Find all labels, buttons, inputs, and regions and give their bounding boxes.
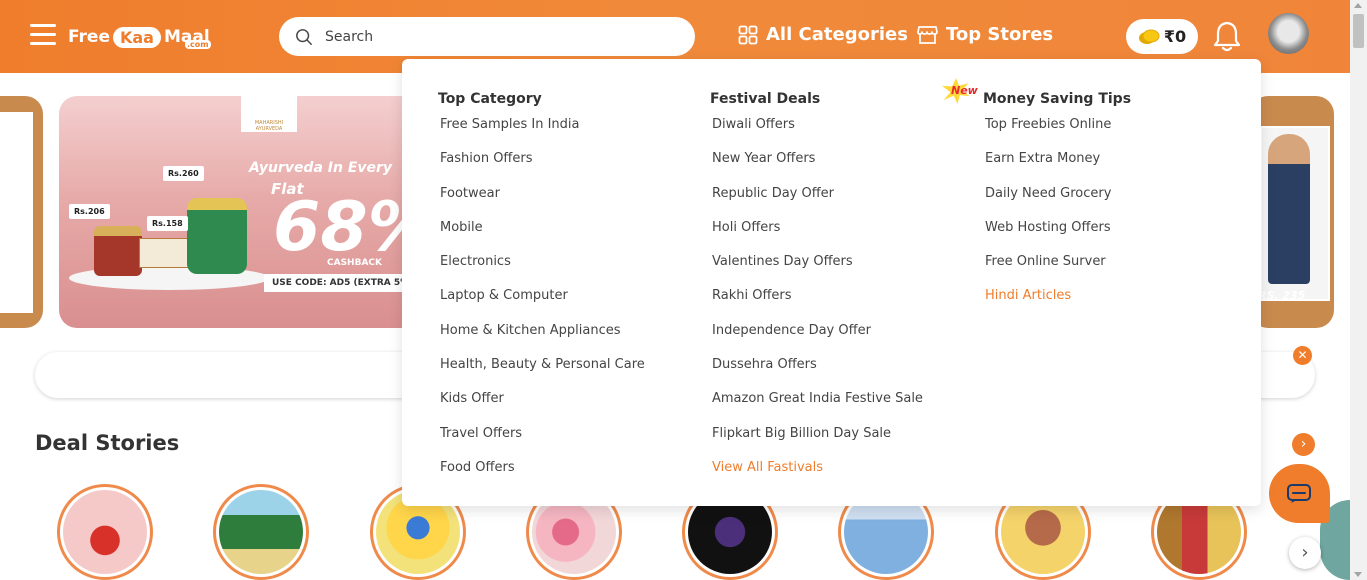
menu-item[interactable]: Footwear (438, 185, 645, 219)
menu-item[interactable]: Home & Kitchen Appliances (438, 322, 645, 356)
menu-item[interactable]: Travel Offers (438, 425, 645, 459)
story-image (63, 490, 147, 574)
search-icon (296, 28, 312, 45)
close-icon[interactable]: ✕ (1293, 346, 1312, 365)
column-heading: Festival Deals (710, 91, 821, 107)
hamburger-menu-icon[interactable] (30, 24, 56, 46)
menu-item[interactable]: Valentines Day Offers (710, 253, 923, 287)
grid-icon (738, 25, 758, 44)
store-icon (917, 25, 938, 44)
banner-prev-price: 35 (0, 285, 16, 298)
logo-text-kaa: Kaa (112, 26, 161, 48)
menu-item[interactable]: Mobile (438, 219, 645, 253)
scroll-thumb[interactable] (1353, 14, 1364, 48)
menu-item[interactable]: Health, Beauty & Personal Care (438, 356, 645, 390)
search-bar[interactable] (279, 17, 695, 56)
menu-item[interactable]: Flipkart Big Billion Day Sale (710, 425, 923, 459)
nav-all-categories-label: All Categories (766, 24, 908, 45)
banner-next-price: RS. 235 (1258, 289, 1306, 302)
menu-item[interactable]: Laptop & Computer (438, 287, 645, 321)
menu-item[interactable]: New Year Offers (710, 150, 923, 184)
story-item[interactable] (213, 484, 309, 580)
logo-text-free: Free (68, 27, 110, 47)
column-heading: Money Saving Tips (983, 91, 1132, 107)
dropdown-column-festival-deals: Festival Deals Diwali Offers New Year Of… (710, 91, 923, 493)
nav-all-categories[interactable]: All Categories (738, 24, 908, 45)
wallet-balance[interactable]: ₹0 (1126, 19, 1198, 54)
menu-item[interactable]: Holi Offers (710, 219, 923, 253)
menu-item[interactable]: Fashion Offers (438, 150, 645, 184)
product-box (139, 238, 191, 268)
wallet-amount: ₹0 (1163, 27, 1187, 46)
price-tag: Rs.260 (163, 166, 204, 181)
chevron-right-icon[interactable]: › (1292, 433, 1315, 456)
banner-slide-current[interactable]: MAHARISHI AYURVEDA Rs.206 Rs.158 Rs.260 … (59, 96, 429, 328)
menu-item[interactable]: Free Samples In India (438, 116, 645, 150)
coins-icon (1138, 29, 1160, 44)
menu-item[interactable]: Electronics (438, 253, 645, 287)
menu-item[interactable]: Diwali Offers (710, 116, 923, 150)
scroll-up-arrow-icon[interactable] (1354, 3, 1362, 8)
menu-item[interactable]: Food Offers (438, 459, 645, 493)
banner-slide-previous[interactable]: 35 (0, 96, 43, 328)
nav-top-stores[interactable]: Top Stores (917, 24, 1053, 45)
view-all-festivals-link[interactable]: View All Fastivals (710, 459, 923, 493)
menu-item[interactable]: Web Hosting Offers (983, 219, 1131, 253)
banner-tagline: Ayurveda In Every (249, 160, 393, 176)
menu-item[interactable]: Dussehra Offers (710, 356, 923, 390)
dropdown-column-money-saving-tips: Money Saving Tips Top Freebies Online Ea… (983, 91, 1131, 322)
menu-item[interactable]: Republic Day Offer (710, 185, 923, 219)
deal-stories-title: Deal Stories (35, 431, 180, 455)
product-bottle (187, 198, 247, 274)
nav-top-stores-label: Top Stores (946, 24, 1054, 45)
model-image (1268, 134, 1310, 284)
banner-cashback-label: CASHBACK (327, 258, 382, 268)
site-logo[interactable]: Free Kaa Maal .com (68, 22, 211, 52)
menu-item[interactable]: Top Freebies Online (983, 116, 1131, 150)
banner-slide-next[interactable]: RS. 235 (1250, 96, 1334, 328)
price-tag: Rs.206 (69, 204, 110, 219)
brand-logo: MAHARISHI AYURVEDA (241, 96, 297, 132)
price-tag: Rs.158 (147, 216, 188, 231)
chevron-right-icon[interactable]: › (1289, 537, 1321, 569)
story-item[interactable] (57, 484, 153, 580)
hindi-articles-link[interactable]: Hindi Articles (983, 287, 1131, 321)
menu-item[interactable]: Daily Need Grocery (983, 185, 1131, 219)
new-badge: New (942, 78, 984, 106)
scroll-down-arrow-icon[interactable] (1354, 572, 1362, 577)
menu-item[interactable]: Rakhi Offers (710, 287, 923, 321)
story-image (219, 490, 303, 574)
menu-item[interactable]: Independence Day Offer (710, 322, 923, 356)
chat-bubble-icon (1287, 484, 1311, 503)
all-categories-dropdown: Top Category Free Samples In India Fashi… (402, 59, 1261, 506)
column-heading: Top Category (438, 91, 542, 107)
user-avatar[interactable] (1268, 13, 1309, 54)
menu-item[interactable]: Free Online Surver (983, 253, 1131, 287)
logo-text-suffix: .com (185, 40, 211, 49)
menu-item[interactable]: Earn Extra Money (983, 150, 1131, 184)
new-badge-label: New (951, 84, 978, 97)
chat-button[interactable] (1269, 464, 1330, 523)
page-scrollbar[interactable] (1350, 0, 1367, 580)
product-jar (94, 226, 142, 276)
search-input[interactable] (325, 28, 665, 45)
dropdown-column-top-category: Top Category Free Samples In India Fashi… (438, 91, 645, 493)
menu-item[interactable]: Amazon Great India Festive Sale (710, 390, 923, 424)
notification-bell-icon[interactable] (1212, 20, 1242, 52)
menu-item[interactable]: Kids Offer (438, 390, 645, 424)
